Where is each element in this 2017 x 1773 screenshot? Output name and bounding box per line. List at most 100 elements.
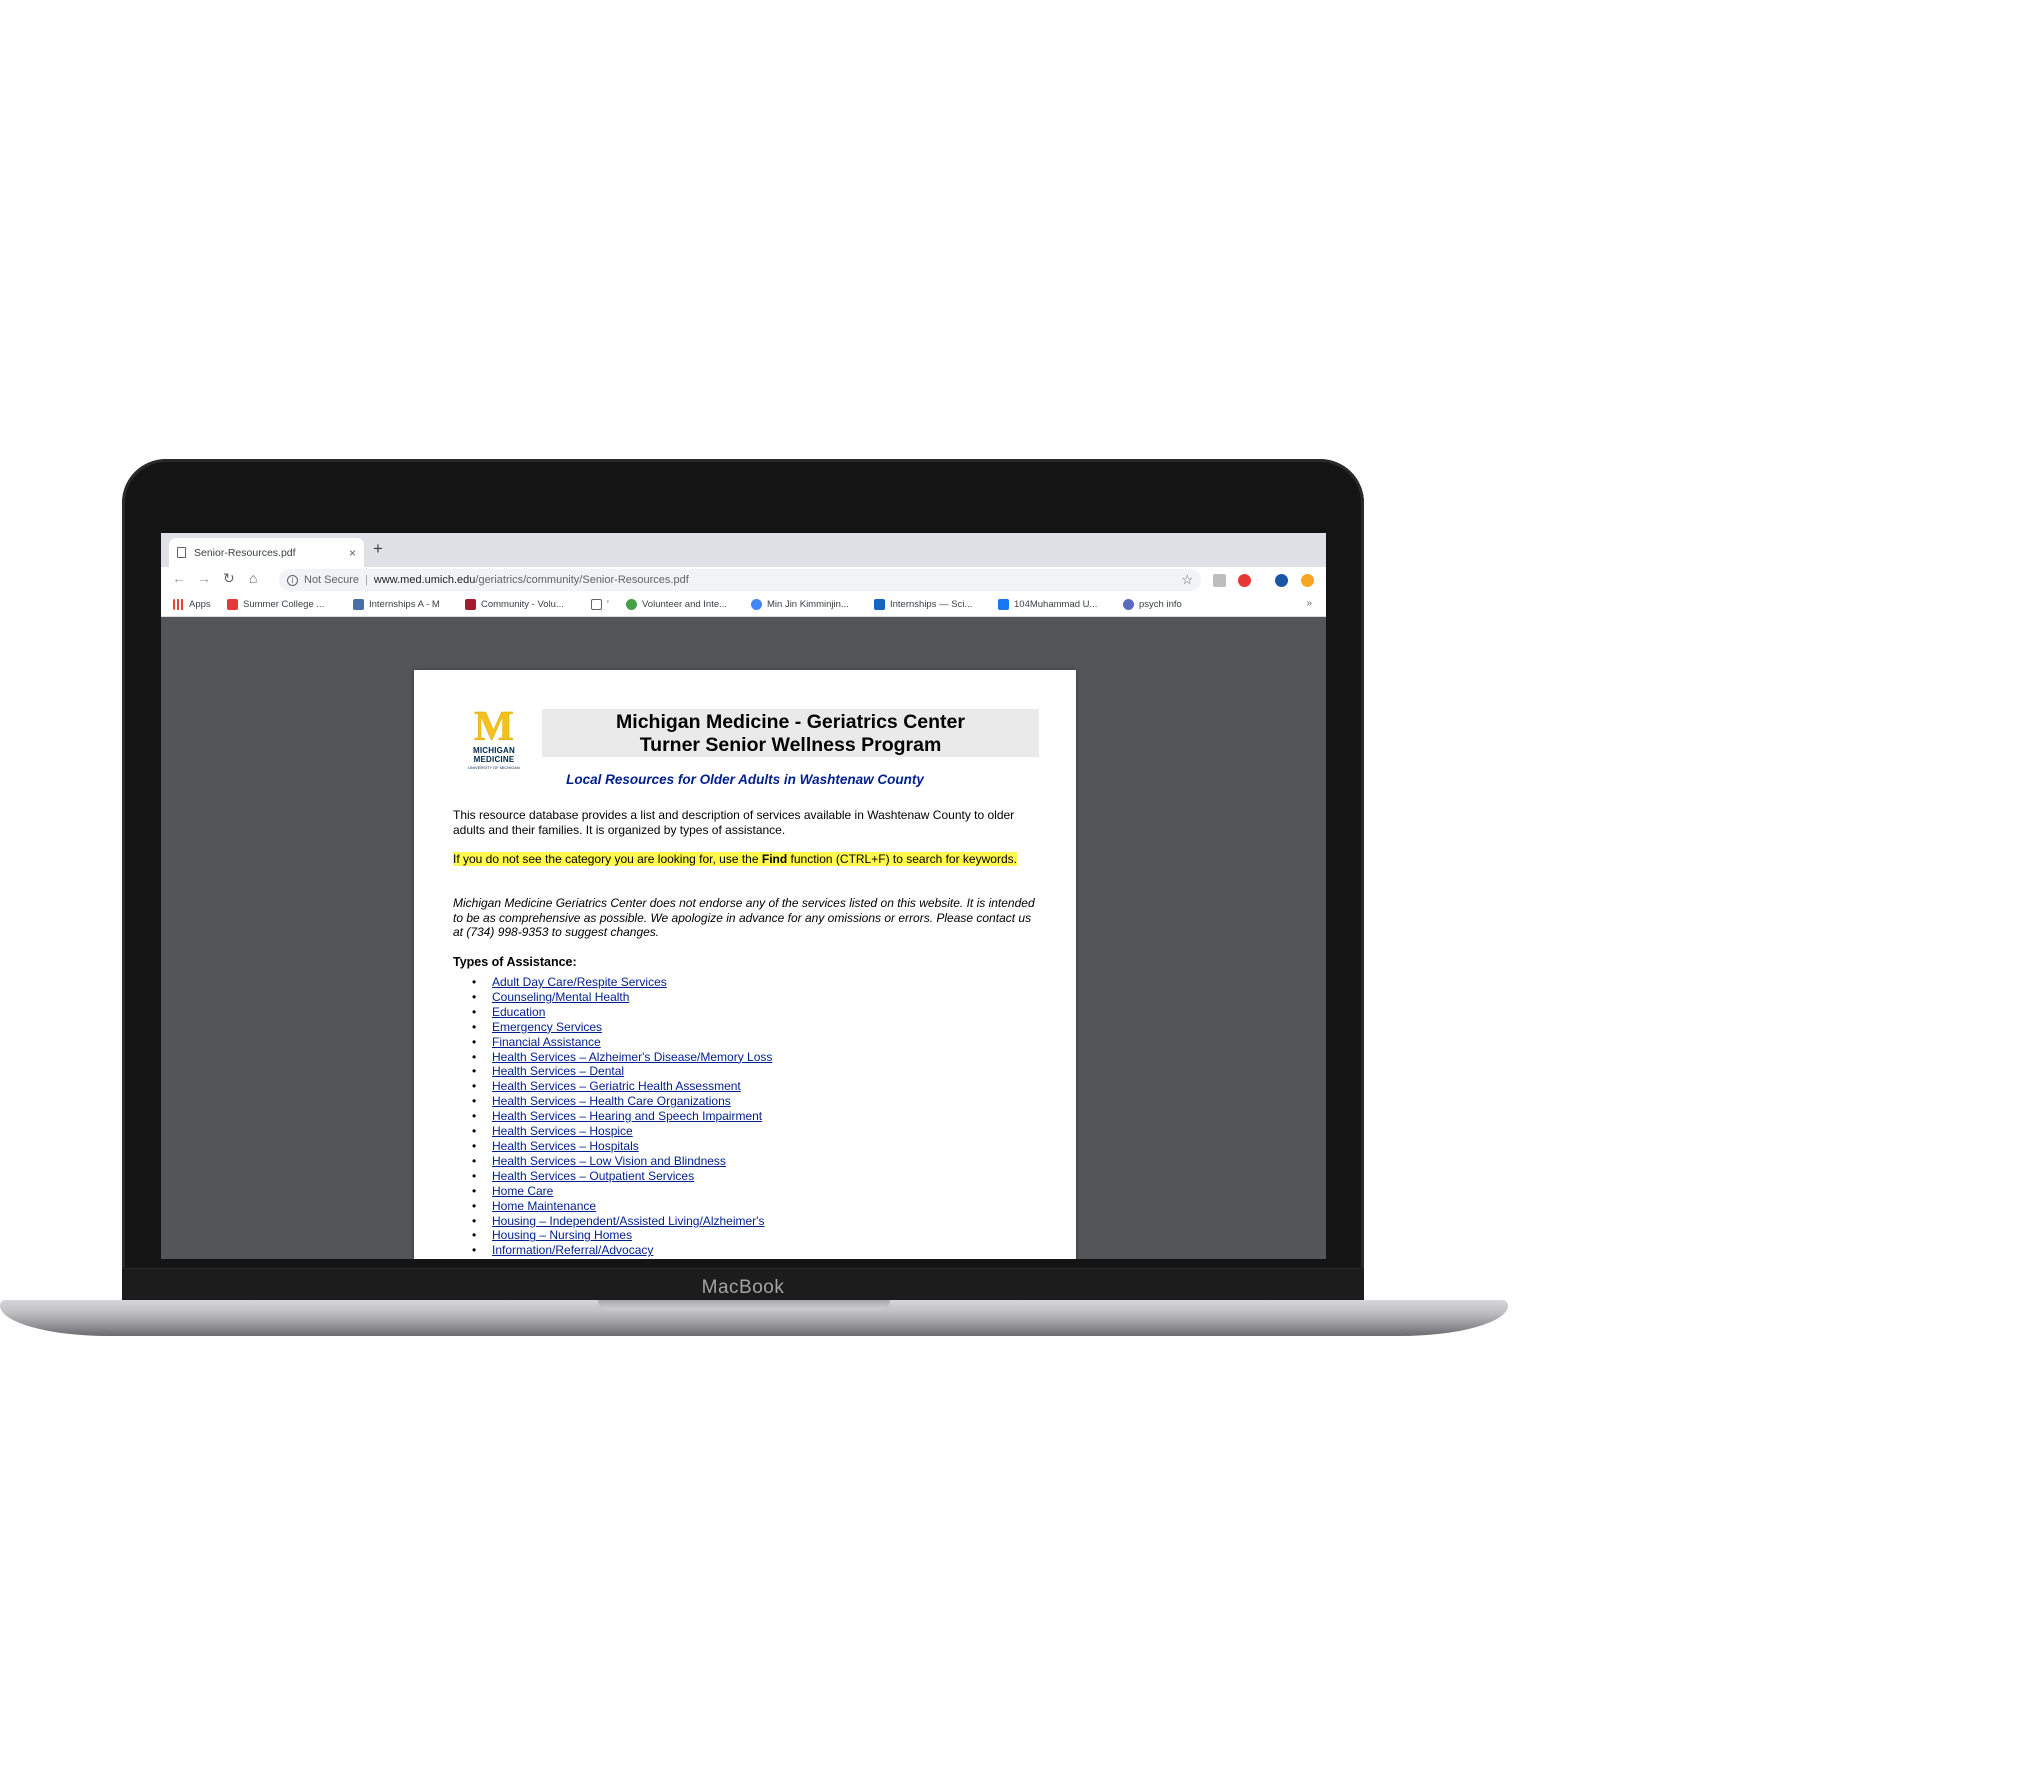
address-bar[interactable]: i Not Secure | www.med.umich.edu/geriatr… — [279, 569, 1201, 591]
block-m-logo: M — [474, 704, 514, 750]
m-icon — [465, 599, 476, 610]
bookmark-label: Summer College ... — [243, 599, 325, 610]
info-icon — [1123, 599, 1134, 610]
type-link[interactable]: Health Services – Health Care Organizati… — [492, 1094, 731, 1108]
bookmark-internships-sci[interactable]: Internships — Sci... — [874, 599, 972, 610]
find-tip-pre: If you do not see the category you are l… — [453, 852, 762, 866]
type-link[interactable]: Health Services – Dental — [492, 1064, 624, 1078]
type-link[interactable]: Emergency Services — [492, 1020, 602, 1034]
security-label: Not Secure — [304, 574, 360, 586]
bookmark-page[interactable]: ' — [591, 599, 609, 610]
forward-arrow-icon[interactable]: → — [197, 570, 211, 586]
url-path: /geriatrics/community/Senior-Resources.p… — [475, 574, 689, 586]
omnibox-separator: | — [365, 574, 368, 586]
bookmark-label: Min Jin Kimminjin... — [767, 599, 849, 610]
list-item: Health Services – Dental — [472, 1064, 772, 1079]
bookmark-label: ' — [607, 599, 609, 610]
back-arrow-icon[interactable]: ← — [172, 570, 186, 586]
type-link[interactable]: Housing – Nursing Homes — [492, 1228, 632, 1242]
pdf-page: M MICHIGAN MEDICINE UNIVERSITY OF MICHIG… — [414, 670, 1076, 1259]
notification-icon[interactable] — [1301, 574, 1314, 587]
bookmark-star-icon[interactable]: ☆ — [1181, 572, 1193, 588]
home-icon[interactable]: ⌂ — [249, 570, 257, 586]
bookmark-community-volunteer[interactable]: Community - Volu... — [465, 599, 564, 610]
type-link[interactable]: Financial Assistance — [492, 1035, 601, 1049]
type-link[interactable]: Adult Day Care/Respite Services — [492, 975, 667, 989]
list-item: Health Services – Alzheimer's Disease/Me… — [472, 1050, 772, 1065]
tab-strip: Senior-Resources.pdf × + — [161, 533, 1326, 567]
document-subtitle: Local Resources for Older Adults in Wash… — [566, 772, 924, 787]
type-link[interactable]: Health Services – Hospitals — [492, 1139, 639, 1153]
bookmark-label: Community - Volu... — [481, 599, 564, 610]
type-link[interactable]: Housing – Independent/Assisted Living/Al… — [492, 1214, 764, 1228]
intro-paragraph: This resource database provides a list a… — [453, 808, 1015, 837]
reload-icon[interactable]: ↻ — [223, 570, 235, 587]
bookmark-internships-a-m[interactable]: Internships A - M — [353, 599, 440, 610]
nyt-icon — [227, 599, 238, 610]
page-icon — [591, 599, 602, 610]
facebook-icon — [998, 599, 1009, 610]
google-icon — [751, 599, 762, 610]
bookmark-min-jin[interactable]: Min Jin Kimminjin... — [751, 599, 849, 610]
bookmark-label: Apps — [189, 599, 211, 610]
list-item: Health Services – Hospitals — [472, 1139, 772, 1154]
bookmark-label: Internships A - M — [369, 599, 440, 610]
document-title-box: Michigan Medicine - Geriatrics Center Tu… — [542, 709, 1039, 757]
list-item: Emergency Services — [472, 1020, 772, 1035]
close-tab-icon[interactable]: × — [349, 546, 356, 560]
extension-red-icon[interactable] — [1238, 574, 1251, 587]
type-link[interactable]: Health Services – Alzheimer's Disease/Me… — [492, 1050, 772, 1064]
type-link[interactable]: Counseling/Mental Health — [492, 990, 629, 1004]
apps-grid-icon — [173, 599, 184, 610]
bookmark-apps[interactable]: Apps — [173, 599, 211, 610]
type-link[interactable]: Education — [492, 1005, 545, 1019]
types-heading: Types of Assistance: — [453, 955, 577, 969]
tab-title: Senior-Resources.pdf — [194, 546, 296, 559]
x-icon — [874, 599, 885, 610]
type-link[interactable]: Home Care — [492, 1184, 553, 1198]
find-tip-post: function (CTRL+F) to search for keywords… — [787, 852, 1017, 866]
type-link[interactable]: Health Services – Low Vision and Blindne… — [492, 1154, 726, 1168]
info-icon[interactable]: i — [287, 574, 298, 586]
types-list: Adult Day Care/Respite Services Counseli… — [472, 975, 772, 1258]
type-link[interactable]: Health Services – Geriatric Health Asses… — [492, 1079, 741, 1093]
bookmark-label: Volunteer and Inte... — [642, 599, 728, 610]
list-item: Home Care — [472, 1184, 772, 1199]
bookmark-summer-college[interactable]: Summer College ... — [227, 599, 324, 610]
bookmarks-bar: Apps Summer College ... Internships A - … — [161, 593, 1326, 617]
laptop-hinge-notch — [598, 1300, 890, 1310]
list-item: Housing – Independent/Assisted Living/Al… — [472, 1214, 772, 1229]
michigan-medicine-logo: M MICHIGAN MEDICINE UNIVERSITY OF MICHIG… — [452, 704, 536, 770]
browser-toolbar: ← → ↻ ⌂ i Not Secure | www.med.umich.edu… — [161, 567, 1326, 593]
list-item: Health Services – Outpatient Services — [472, 1169, 772, 1184]
list-item: Health Services – Geriatric Health Asses… — [472, 1079, 772, 1094]
leaf-icon — [626, 599, 637, 610]
new-tab-button[interactable]: + — [373, 539, 383, 559]
type-link[interactable]: Information/Referral/Advocacy — [492, 1243, 653, 1257]
type-link[interactable]: Health Services – Hearing and Speech Imp… — [492, 1109, 762, 1123]
profile-avatar-icon[interactable] — [1275, 574, 1288, 587]
list-item: Financial Assistance — [472, 1035, 772, 1050]
list-item: Adult Day Care/Respite Services — [472, 975, 772, 990]
bookmark-label: 104Muhammad U... — [1014, 599, 1098, 610]
bookmark-psych-info[interactable]: psych info — [1123, 599, 1182, 610]
crown-icon — [353, 599, 364, 610]
list-item: Counseling/Mental Health — [472, 990, 772, 1005]
tab-senior-resources[interactable]: Senior-Resources.pdf × — [169, 538, 364, 567]
url-host: www.med.umich.edu — [373, 574, 476, 586]
list-item: Information/Referral/Advocacy — [472, 1243, 772, 1258]
browser-window: Senior-Resources.pdf × + ← → ↻ ⌂ i Not S… — [161, 533, 1326, 1259]
list-item: Housing – Nursing Homes — [472, 1228, 772, 1243]
type-link[interactable]: Health Services – Outpatient Services — [492, 1169, 694, 1183]
extension-gray-icon[interactable] — [1213, 574, 1226, 587]
bookmark-label: Internships — Sci... — [890, 599, 973, 610]
type-link[interactable]: Home Maintenance — [492, 1199, 596, 1213]
bookmark-facebook[interactable]: 104Muhammad U... — [998, 599, 1097, 610]
list-item: Health Services – Health Care Organizati… — [472, 1094, 772, 1109]
find-tip-bold: Find — [761, 852, 788, 866]
type-link[interactable]: Health Services – Hospice — [492, 1124, 633, 1138]
list-item: Education — [472, 1005, 772, 1020]
more-bookmarks-icon[interactable]: » — [1306, 598, 1312, 609]
bookmark-volunteer-internships[interactable]: Volunteer and Inte... — [626, 599, 727, 610]
document-icon — [177, 547, 186, 558]
